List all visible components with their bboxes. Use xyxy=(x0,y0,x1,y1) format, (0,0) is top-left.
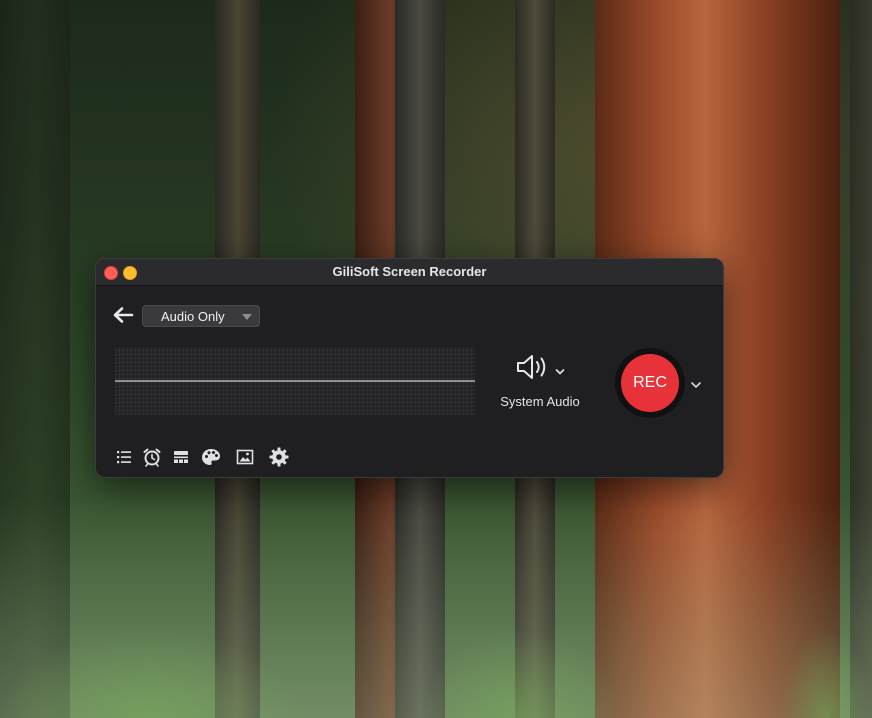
watermark-icon[interactable] xyxy=(170,446,192,468)
title-bar[interactable]: GiliSoft Screen Recorder xyxy=(96,259,723,286)
recording-mode-selected-value: Audio Only xyxy=(161,309,225,324)
audio-source-label: System Audio xyxy=(500,394,580,409)
audio-source-selector[interactable]: System Audio xyxy=(494,351,586,411)
fern-cluster xyxy=(780,628,872,718)
window-title: GiliSoft Screen Recorder xyxy=(332,264,487,279)
chevron-down-icon xyxy=(555,363,565,375)
waveform-baseline xyxy=(115,380,475,382)
recording-mode-select[interactable]: Audio Only xyxy=(142,305,260,327)
alarm-clock-icon[interactable] xyxy=(141,446,163,468)
speaker-icon xyxy=(516,353,552,381)
audio-waveform-display xyxy=(115,347,475,415)
app-window: GiliSoft Screen Recorder Audio Only Syst… xyxy=(95,258,724,478)
back-arrow-icon[interactable] xyxy=(112,304,134,326)
palette-icon[interactable] xyxy=(200,446,222,468)
fern-cluster xyxy=(420,628,620,718)
dropdown-caret-icon xyxy=(242,314,252,320)
record-button[interactable]: REC xyxy=(621,354,679,412)
list-icon[interactable] xyxy=(113,446,135,468)
image-icon[interactable] xyxy=(234,446,256,468)
fern-cluster xyxy=(0,628,300,718)
gear-icon[interactable] xyxy=(268,446,290,468)
record-options-chevron-icon[interactable] xyxy=(690,377,702,389)
desktop-wallpaper: GiliSoft Screen Recorder Audio Only Syst… xyxy=(0,0,872,718)
